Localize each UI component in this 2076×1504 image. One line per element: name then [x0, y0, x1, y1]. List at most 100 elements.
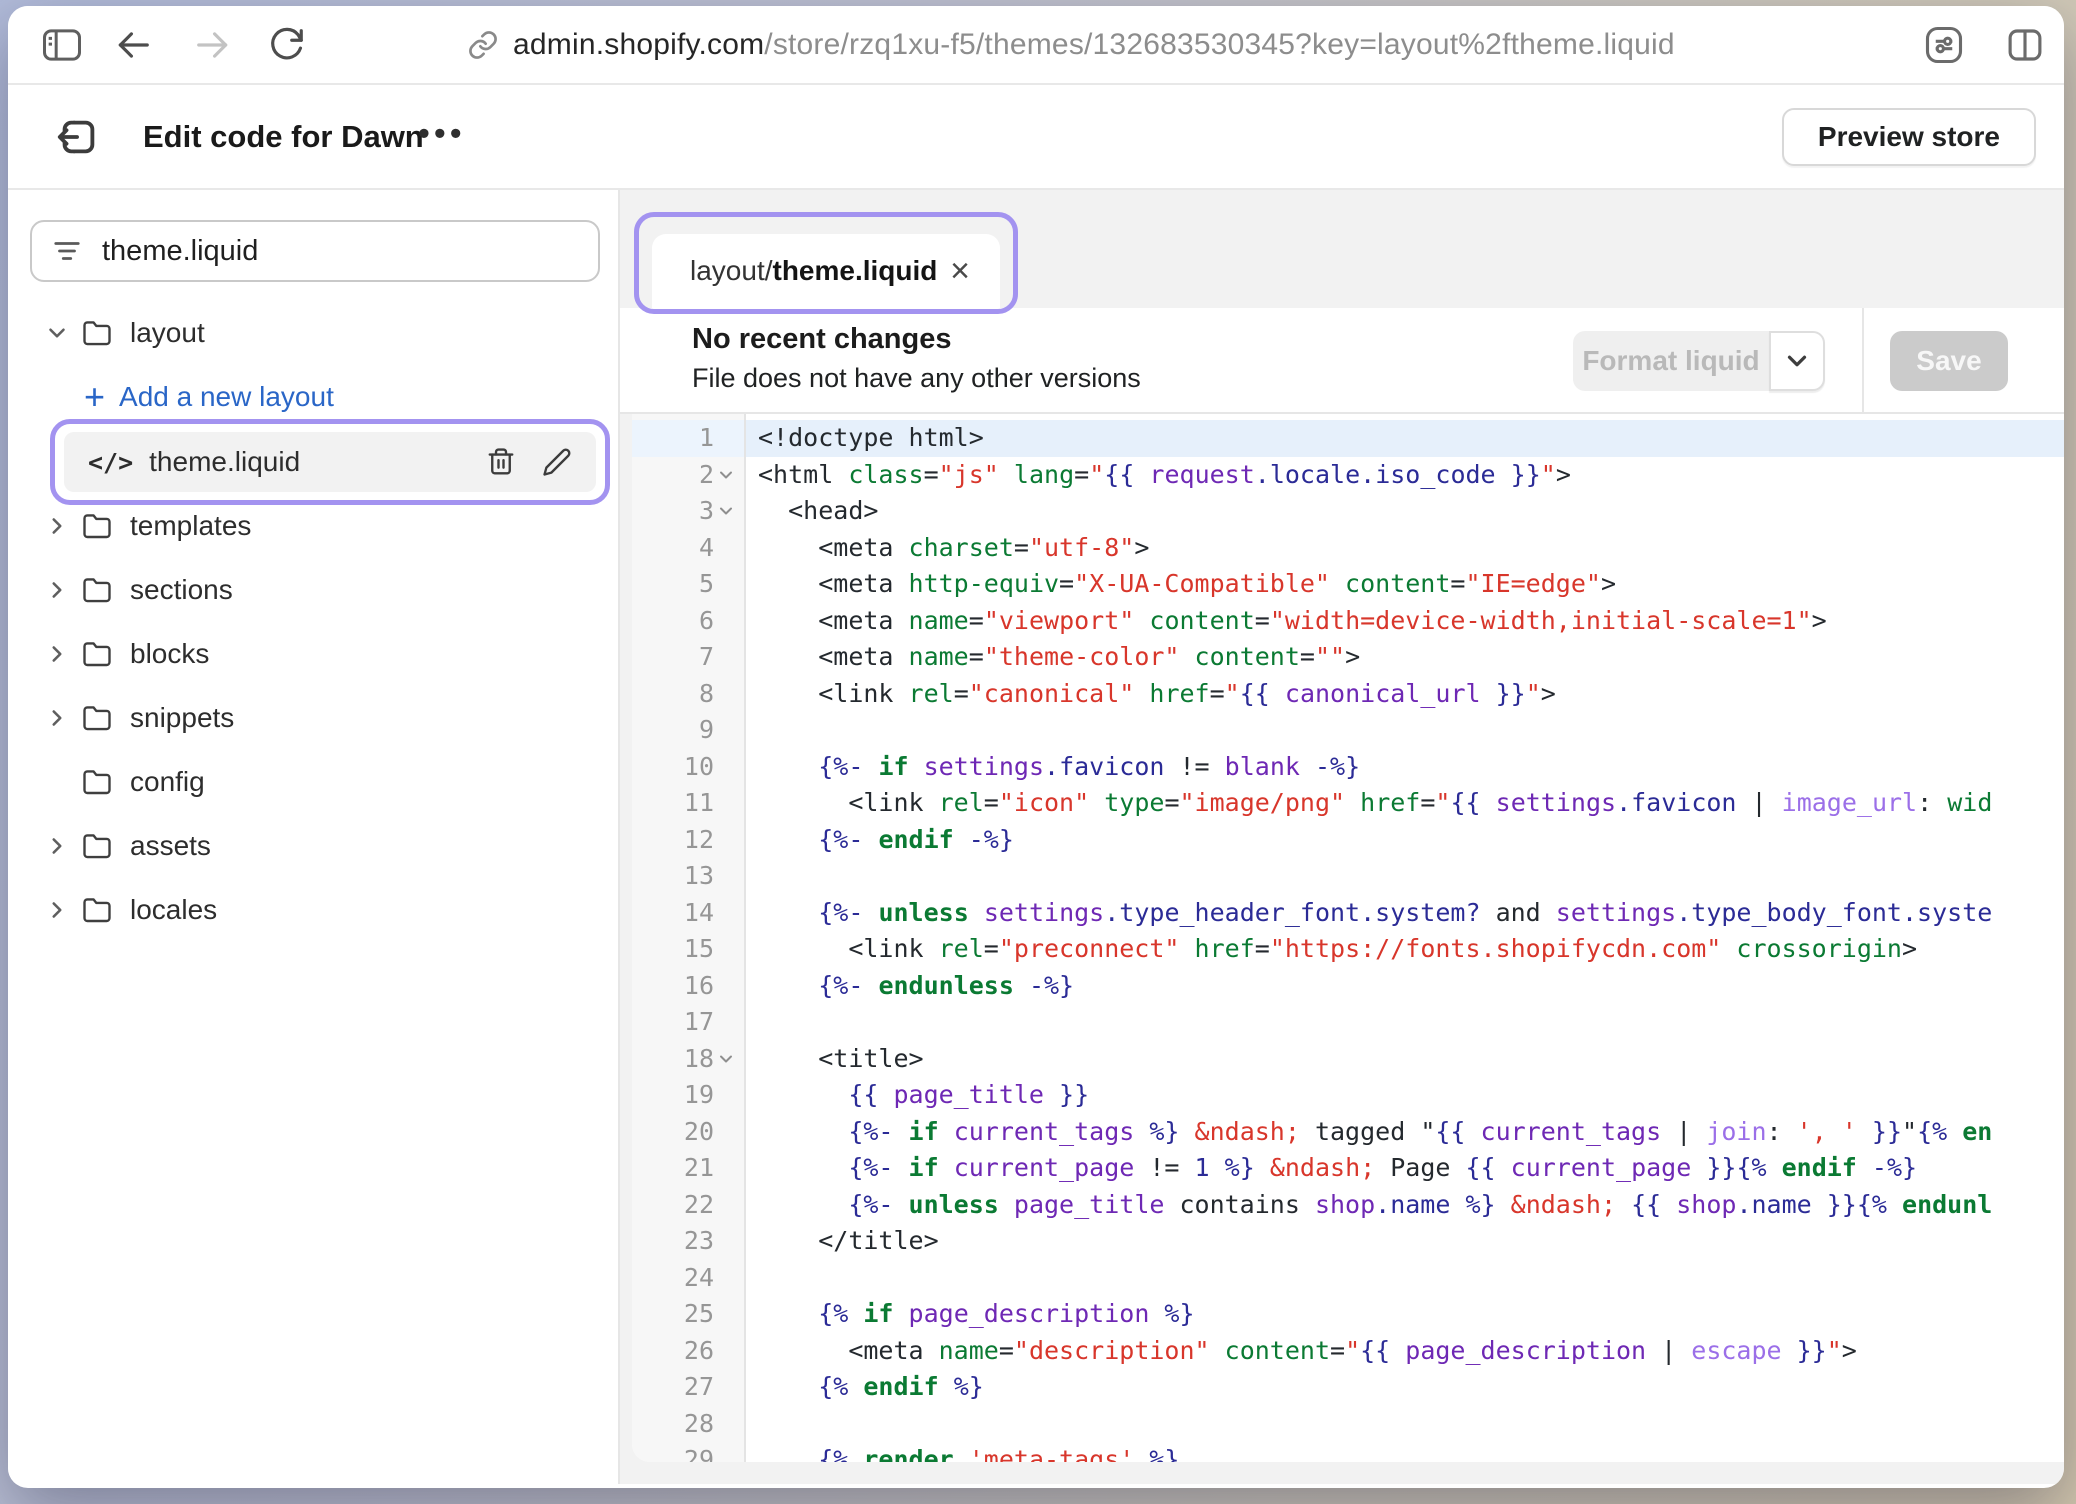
code-text[interactable]: <!doctype html> [746, 420, 2064, 457]
code-line-8[interactable]: 8 <link rel="canonical" href="{{ canonic… [632, 676, 2064, 713]
code-text[interactable]: {%- endunless -%} [746, 968, 2064, 1005]
chevron-right-icon[interactable] [44, 513, 70, 539]
preview-store-button[interactable]: Preview store [1782, 108, 2036, 166]
code-line-16[interactable]: 16 {%- endunless -%} [632, 968, 2064, 1005]
tab-theme-liquid[interactable]: layout/theme.liquid × [652, 234, 1000, 308]
tune-icon[interactable] [1922, 23, 1966, 67]
sidebar-item-layout[interactable]: layout [8, 301, 620, 365]
code-line-19[interactable]: 19 {{ page_title }} [632, 1077, 2064, 1114]
sidebar-item-snippets[interactable]: snippets [8, 686, 620, 750]
sidebar-item-config[interactable]: config [8, 750, 620, 814]
code-line-5[interactable]: 5 <meta http-equiv="X-UA-Compatible" con… [632, 566, 2064, 603]
code-line-11[interactable]: 11 <link rel="icon" type="image/png" hre… [632, 785, 2064, 822]
fold-toggle-icon[interactable] [714, 501, 738, 521]
code-line-3[interactable]: 3 <head> [632, 493, 2064, 530]
code-text[interactable] [746, 1260, 2064, 1297]
address-bar[interactable]: admin.shopify.com/store/rzq1xu-f5/themes… [467, 6, 1675, 83]
code-text[interactable]: {%- if current_tags %} &ndash; tagged "{… [746, 1114, 2064, 1151]
close-icon[interactable]: × [950, 254, 970, 288]
code-line-2[interactable]: 2<html class="js" lang="{{ request.local… [632, 457, 2064, 494]
code-line-24[interactable]: 24 [632, 1260, 2064, 1297]
save-button[interactable]: Save [1890, 331, 2008, 391]
reload-icon[interactable] [268, 26, 306, 64]
code-line-28[interactable]: 28 [632, 1406, 2064, 1443]
code-text[interactable]: <meta charset="utf-8"> [746, 530, 2064, 567]
chevron-right-icon[interactable] [44, 641, 70, 667]
code-line-18[interactable]: 18 <title> [632, 1041, 2064, 1078]
sidebar-item-theme-liquid[interactable]: </> theme.liquid [8, 429, 620, 494]
folder-icon [82, 512, 112, 540]
code-text[interactable]: {% if page_description %} [746, 1296, 2064, 1333]
code-text[interactable]: {%- endif -%} [746, 822, 2064, 859]
code-text[interactable] [746, 712, 2064, 749]
code-text[interactable]: {%- if settings.favicon != blank -%} [746, 749, 2064, 786]
back-icon[interactable] [114, 29, 152, 61]
chevron-right-icon[interactable] [44, 705, 70, 731]
code-line-27[interactable]: 27 {% endif %} [632, 1369, 2064, 1406]
sidebar-item-blocks[interactable]: blocks [8, 622, 620, 686]
code-text[interactable]: <html class="js" lang="{{ request.locale… [746, 457, 2064, 494]
code-line-17[interactable]: 17 [632, 1004, 2064, 1041]
sidebar-item-sections[interactable]: sections [8, 558, 620, 622]
sidebar-toggle-icon[interactable] [42, 28, 82, 62]
code-text[interactable]: {{ page_title }} [746, 1077, 2064, 1114]
line-number: 18 [632, 1041, 744, 1078]
sidebar-item-templates[interactable]: templates [8, 494, 620, 558]
code-line-10[interactable]: 10 {%- if settings.favicon != blank -%} [632, 749, 2064, 786]
sidebar-item-locales[interactable]: locales [8, 878, 620, 942]
code-editor[interactable]: 1<!doctype html>2<html class="js" lang="… [632, 414, 2064, 1462]
code-text[interactable]: {%- unless page_title contains shop.name… [746, 1187, 2064, 1224]
code-text[interactable]: <link rel="canonical" href="{{ canonical… [746, 676, 2064, 713]
code-text[interactable]: <link rel="icon" type="image/png" href="… [746, 785, 2064, 822]
chevron-right-icon[interactable] [44, 833, 70, 859]
code-line-25[interactable]: 25 {% if page_description %} [632, 1296, 2064, 1333]
code-text[interactable]: {%- unless settings.type_header_font.sys… [746, 895, 2064, 932]
code-text[interactable]: <head> [746, 493, 2064, 530]
rename-file-icon[interactable] [542, 446, 572, 478]
code-text[interactable]: {% endif %} [746, 1369, 2064, 1406]
code-line-13[interactable]: 13 [632, 858, 2064, 895]
chevron-right-icon[interactable] [44, 577, 70, 603]
code-line-21[interactable]: 21 {%- if current_page != 1 %} &ndash; P… [632, 1150, 2064, 1187]
code-text[interactable]: </title> [746, 1223, 2064, 1260]
selected-file-row[interactable]: </> theme.liquid [64, 432, 596, 492]
delete-file-icon[interactable] [486, 446, 516, 478]
more-actions-icon[interactable]: ••• [418, 114, 466, 153]
code-text[interactable]: <meta name="description" content="{{ pag… [746, 1333, 2064, 1370]
code-line-23[interactable]: 23 </title> [632, 1223, 2064, 1260]
split-view-icon[interactable] [2004, 24, 2046, 66]
sidebar-item-assets[interactable]: assets [8, 814, 620, 878]
code-line-22[interactable]: 22 {%- unless page_title contains shop.n… [632, 1187, 2064, 1224]
code-text[interactable] [746, 1004, 2064, 1041]
format-liquid-dropdown[interactable] [1769, 331, 1825, 391]
chevron-down-icon[interactable] [44, 320, 70, 346]
code-line-20[interactable]: 20 {%- if current_tags %} &ndash; tagged… [632, 1114, 2064, 1151]
code-text[interactable] [746, 1406, 2064, 1443]
code-line-1[interactable]: 1<!doctype html> [632, 420, 2064, 457]
code-line-12[interactable]: 12 {%- endif -%} [632, 822, 2064, 859]
folder-icon [82, 832, 112, 860]
code-text[interactable]: <meta name="viewport" content="width=dev… [746, 603, 2064, 640]
code-line-14[interactable]: 14 {%- unless settings.type_header_font.… [632, 895, 2064, 932]
add-new-layout-button[interactable]: + Add a new layout [8, 365, 620, 429]
code-text[interactable]: <meta http-equiv="X-UA-Compatible" conte… [746, 566, 2064, 603]
code-text[interactable]: <link rel="preconnect" href="https://fon… [746, 931, 2064, 968]
code-line-6[interactable]: 6 <meta name="viewport" content="width=d… [632, 603, 2064, 640]
fold-toggle-icon[interactable] [714, 465, 738, 485]
code-text[interactable]: <meta name="theme-color" content=""> [746, 639, 2064, 676]
code-text[interactable]: <title> [746, 1041, 2064, 1078]
code-line-4[interactable]: 4 <meta charset="utf-8"> [632, 530, 2064, 567]
code-text[interactable] [746, 858, 2064, 895]
code-line-26[interactable]: 26 <meta name="description" content="{{ … [632, 1333, 2064, 1370]
code-text[interactable]: {%- if current_page != 1 %} &ndash; Page… [746, 1150, 2064, 1187]
code-line-7[interactable]: 7 <meta name="theme-color" content=""> [632, 639, 2064, 676]
code-line-29[interactable]: 29 {% render 'meta-tags' %} [632, 1442, 2064, 1462]
code-line-15[interactable]: 15 <link rel="preconnect" href="https://… [632, 931, 2064, 968]
exit-editor-icon[interactable] [55, 114, 101, 160]
code-text[interactable]: {% render 'meta-tags' %} [746, 1442, 2064, 1462]
format-liquid-button[interactable]: Format liquid [1573, 331, 1769, 391]
file-search-input[interactable]: theme.liquid [30, 220, 600, 282]
code-line-9[interactable]: 9 [632, 712, 2064, 749]
chevron-right-icon[interactable] [44, 897, 70, 923]
fold-toggle-icon[interactable] [714, 1049, 738, 1069]
